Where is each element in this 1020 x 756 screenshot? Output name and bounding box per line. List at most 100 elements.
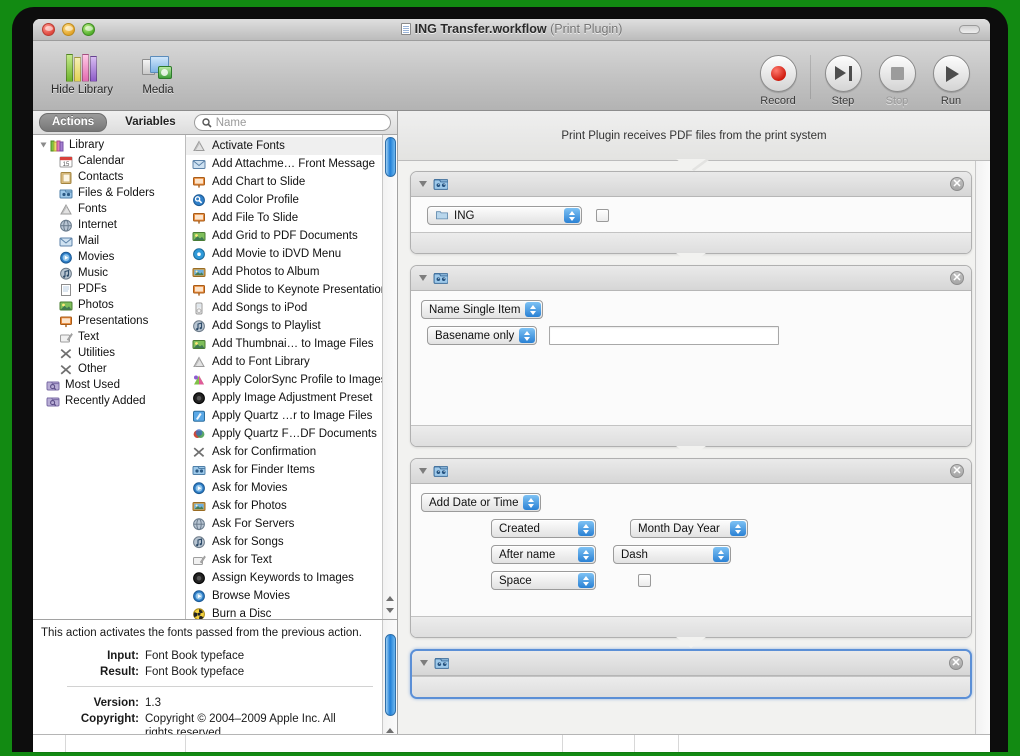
stepper-arrows-icon[interactable] — [730, 521, 746, 536]
library-tree-item-fonts[interactable]: Fonts — [33, 201, 185, 217]
disclosure-triangle-icon[interactable] — [419, 275, 427, 281]
date-separator-popup[interactable]: Dash — [613, 545, 731, 564]
scroll-down-arrow[interactable] — [386, 608, 394, 613]
workflow-action[interactable]: ✕ Name Single Item Basename only — [410, 265, 972, 447]
library-tree-item-movies[interactable]: Movies — [33, 249, 185, 265]
action-list-item[interactable]: Ask for Confirmation — [186, 443, 397, 461]
description-scrollbar[interactable] — [382, 620, 397, 751]
action-list-item[interactable]: Ask for Text — [186, 551, 397, 569]
datetime-popup[interactable]: Created — [491, 519, 596, 538]
action-list-item[interactable]: Ask for Songs — [186, 533, 397, 551]
stepper-arrows-icon[interactable] — [578, 521, 594, 536]
library-tree-item-presentations[interactable]: Presentations — [33, 313, 185, 329]
stepper-arrows-icon[interactable] — [564, 208, 580, 223]
library-tree-item-files-folders[interactable]: Files & Folders — [33, 185, 185, 201]
action-list-item[interactable]: Browse Movies — [186, 587, 397, 605]
use-leading-zeros-checkbox[interactable] — [638, 574, 651, 587]
stepper-arrows-icon[interactable] — [519, 328, 536, 343]
tab-actions[interactable]: Actions — [39, 113, 108, 132]
close-icon[interactable]: ✕ — [950, 177, 964, 191]
library-tree-item-pdfs[interactable]: PDFs — [33, 281, 185, 297]
stepper-arrows-icon[interactable] — [578, 547, 594, 562]
close-icon[interactable]: ✕ — [950, 464, 964, 478]
replacing-existing-files-checkbox[interactable] — [596, 209, 609, 222]
new-name-input[interactable] — [549, 326, 780, 345]
format-popup[interactable]: Month Day Year — [630, 519, 748, 538]
action-list-item[interactable]: Apply Quartz F…DF Documents — [186, 425, 397, 443]
action-list-item[interactable]: Add Photos to Album — [186, 263, 397, 281]
action-list-item[interactable]: Add File To Slide — [186, 209, 397, 227]
close-icon[interactable]: ✕ — [949, 656, 963, 670]
library-tree-item-calendar[interactable]: 15 Calendar — [33, 153, 185, 169]
action-list-item[interactable]: Add Songs to Playlist — [186, 317, 397, 335]
workflow-action[interactable]: ✕ Add Date or Time Created Month Day Year Af… — [410, 458, 972, 638]
workflow-action[interactable]: ✕ — [410, 649, 972, 699]
action-list-item[interactable]: Assign Keywords to Images — [186, 569, 397, 587]
where-popup[interactable]: After name — [491, 545, 596, 564]
library-tree-item-internet[interactable]: Internet — [33, 217, 185, 233]
action-list-item[interactable]: Ask for Finder Items — [186, 461, 397, 479]
action-header[interactable]: ✕ — [411, 459, 971, 484]
stepper-arrows-icon[interactable] — [523, 495, 540, 510]
action-list-item[interactable]: Ask for Movies — [186, 479, 397, 497]
action-header[interactable]: ✕ — [411, 266, 971, 291]
library-tree-item-library[interactable]: Library — [33, 137, 185, 153]
desc-scroll-up-arrow[interactable] — [386, 728, 394, 733]
disclosure-triangle-icon[interactable] — [419, 181, 427, 187]
library-tree-item-contacts[interactable]: Contacts — [33, 169, 185, 185]
action-list-item[interactable]: Add Attachme… Front Message — [186, 155, 397, 173]
disclosure-triangle-icon[interactable] — [40, 142, 47, 148]
action-header[interactable]: ✕ — [411, 172, 971, 197]
action-list-item[interactable]: Add Grid to PDF Documents — [186, 227, 397, 245]
step-button[interactable]: Step — [816, 55, 870, 107]
rename-mode-popup[interactable]: Add Date or Time — [421, 493, 542, 512]
library-tree-item-mail[interactable]: Mail — [33, 233, 185, 249]
name-scope-popup[interactable]: Basename only — [427, 326, 538, 345]
record-button[interactable]: Record — [751, 55, 805, 107]
hide-library-button[interactable]: Hide Library — [51, 46, 113, 96]
action-list-item[interactable]: Add to Font Library — [186, 353, 397, 371]
stepper-arrows-icon[interactable] — [578, 573, 594, 588]
stepper-arrows-icon[interactable] — [713, 547, 729, 562]
library-tree-item-other[interactable]: Other — [33, 361, 185, 377]
library-tree-item-music[interactable]: Music — [33, 265, 185, 281]
library-category-tree[interactable]: Library 15 Calendar Contacts Files & Folders… — [33, 135, 186, 619]
name-mode-popup[interactable]: Name Single Item — [421, 300, 544, 319]
action-list-item[interactable]: Ask for Photos — [186, 497, 397, 515]
separator-popup[interactable]: Space — [491, 571, 596, 590]
library-tree-item-utilities[interactable]: Utilities — [33, 345, 185, 361]
stepper-arrows-icon[interactable] — [525, 302, 542, 317]
workflow-scrollbar[interactable] — [975, 161, 990, 751]
action-header[interactable]: ✕ — [412, 651, 970, 676]
library-tree-item-most-used[interactable]: Most Used — [33, 377, 185, 393]
action-list-item[interactable]: Add Songs to iPod — [186, 299, 397, 317]
action-list-item[interactable]: Burn a Disc — [186, 605, 397, 619]
search-input[interactable]: Name — [193, 114, 391, 131]
action-list-item[interactable]: Add Chart to Slide — [186, 173, 397, 191]
actions-list[interactable]: Activate Fonts Add Attachme… Front Messag… — [186, 135, 397, 619]
action-list-item[interactable]: Apply Quartz …r to Image Files — [186, 407, 397, 425]
close-icon[interactable]: ✕ — [950, 271, 964, 285]
action-list-item[interactable]: Apply Image Adjustment Preset — [186, 389, 397, 407]
workflow-action-list[interactable]: ✕ ING ✕ Name Single Item Basename only ✕ Add D… — [398, 159, 990, 751]
action-list-item[interactable]: Activate Fonts — [186, 137, 397, 155]
action-list-item[interactable]: Add Slide to Keynote Presentation — [186, 281, 397, 299]
library-tree-item-recently-added[interactable]: Recently Added — [33, 393, 185, 409]
actions-scrollbar[interactable] — [382, 135, 397, 619]
action-list-item[interactable]: Ask For Servers — [186, 515, 397, 533]
run-button[interactable]: Run — [924, 55, 978, 107]
action-list-item[interactable]: Apply ColorSync Profile to Images — [186, 371, 397, 389]
action-list-item[interactable]: Add Movie to iDVD Menu — [186, 245, 397, 263]
stop-button[interactable]: Stop — [870, 55, 924, 107]
toolbar-toggle-button[interactable] — [959, 25, 980, 34]
tab-variables[interactable]: Variables — [113, 114, 188, 131]
scroll-up-arrow[interactable] — [386, 596, 394, 601]
workflow-action[interactable]: ✕ ING — [410, 171, 972, 254]
media-button[interactable]: Media — [127, 46, 189, 96]
disclosure-triangle-icon[interactable] — [420, 660, 428, 666]
library-tree-item-text[interactable]: Text — [33, 329, 185, 345]
disclosure-triangle-icon[interactable] — [419, 468, 427, 474]
destination-folder-popup[interactable]: ING — [427, 206, 582, 225]
action-list-item[interactable]: Add Color Profile — [186, 191, 397, 209]
action-list-item[interactable]: Add Thumbnai… to Image Files — [186, 335, 397, 353]
